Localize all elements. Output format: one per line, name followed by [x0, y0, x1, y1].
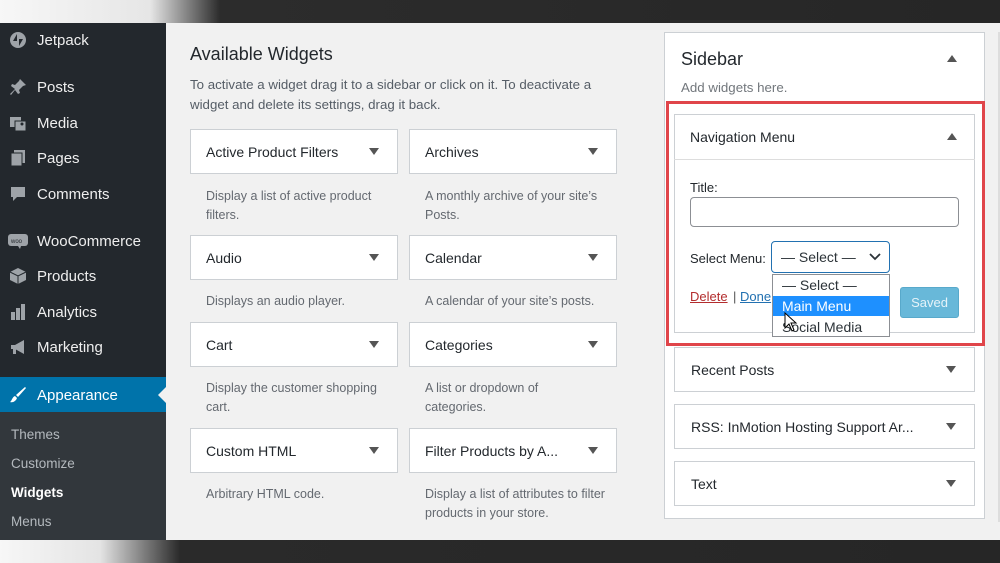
menu-label: Analytics — [37, 303, 98, 321]
menu-label: Media — [37, 114, 78, 132]
submenu-menus[interactable]: Menus — [11, 514, 52, 529]
caret-down-icon[interactable] — [369, 254, 379, 261]
bar-chart-icon — [8, 302, 28, 322]
widget-name: Audio — [206, 249, 242, 266]
bottom-frame-edge — [0, 540, 1000, 563]
pin-icon — [8, 77, 28, 97]
highlight-frame — [666, 101, 985, 346]
menu-item-products[interactable]: Products — [0, 258, 166, 294]
widget-name: Categories — [425, 336, 493, 353]
submenu-themes[interactable]: Themes — [11, 427, 60, 442]
widget-description: Display a list of active product filters… — [206, 189, 372, 222]
caret-down-icon[interactable] — [369, 148, 379, 155]
caret-down-icon[interactable] — [588, 254, 598, 261]
caret-down-icon[interactable] — [946, 423, 956, 430]
menu-label: Marketing — [37, 338, 103, 356]
menu-item-media[interactable]: Media — [0, 105, 166, 141]
megaphone-icon — [8, 337, 28, 357]
box-icon — [8, 266, 28, 286]
menu-item-pages[interactable]: Pages — [0, 140, 166, 176]
menu-label: Pages — [37, 149, 80, 167]
sidebar-hint: Add widgets here. — [681, 80, 788, 95]
widget-description: A list or dropdown of categories. — [425, 381, 539, 414]
menu-label: Comments — [37, 185, 110, 203]
widget-audio[interactable]: Audio — [190, 235, 398, 280]
media-icon — [8, 113, 28, 133]
menu-label: Appearance — [37, 386, 118, 404]
menu-label: WooCommerce — [37, 232, 141, 250]
menu-item-comments[interactable]: Comments — [0, 176, 166, 212]
caret-down-icon[interactable] — [588, 341, 598, 348]
pages-icon — [8, 148, 28, 168]
jetpack-icon — [8, 30, 28, 50]
caret-down-icon[interactable] — [588, 148, 598, 155]
caret-down-icon[interactable] — [946, 480, 956, 487]
caret-up-icon[interactable] — [947, 55, 957, 62]
widget-name: Text — [691, 475, 717, 492]
menu-item-appearance[interactable]: Appearance — [0, 377, 166, 413]
widget-custom-html[interactable]: Custom HTML — [190, 428, 398, 473]
widget-name: RSS: InMotion Hosting Support Ar... — [691, 418, 914, 435]
menu-item-posts[interactable]: Posts — [0, 69, 166, 105]
widget-description: A monthly archive of your site’s Posts. — [425, 189, 598, 222]
menu-label: Jetpack — [37, 31, 89, 49]
svg-text:woo: woo — [10, 239, 23, 245]
menu-item-analytics[interactable]: Analytics — [0, 294, 166, 330]
widget-categories[interactable]: Categories — [409, 322, 617, 367]
menu-item-woocommerce[interactable]: woo WooCommerce — [0, 223, 166, 259]
widget-description: Displays an audio player. — [206, 294, 345, 308]
comment-icon — [8, 184, 28, 204]
available-widgets-description: To activate a widget drag it to a sideba… — [190, 77, 592, 112]
menu-item-jetpack[interactable]: Jetpack — [0, 22, 166, 58]
menu-item-marketing[interactable]: Marketing — [0, 329, 166, 365]
widget-name: Filter Products by A... — [425, 442, 559, 459]
brush-icon — [8, 385, 28, 405]
widget-description: Display a list of attributes to filter p… — [425, 487, 605, 520]
menu-label: Products — [37, 267, 97, 285]
widget-cart[interactable]: Cart — [190, 322, 398, 367]
sidebar-widget-text[interactable]: Text — [674, 461, 975, 506]
top-frame-edge — [0, 0, 1000, 23]
sidebar-widget-recent-posts[interactable]: Recent Posts — [674, 347, 975, 392]
widget-name: Cart — [206, 336, 233, 353]
widget-name: Custom HTML — [206, 442, 297, 459]
widget-calendar[interactable]: Calendar — [409, 235, 617, 280]
widget-description: Display the customer shopping cart. — [206, 381, 377, 414]
widget-name: Calendar — [425, 249, 482, 266]
widget-archives[interactable]: Archives — [409, 129, 617, 174]
caret-down-icon[interactable] — [588, 447, 598, 454]
woo-icon: woo — [8, 231, 28, 251]
submenu-customize[interactable]: Customize — [11, 456, 75, 471]
widget-name: Active Product Filters — [206, 143, 339, 160]
caret-down-icon[interactable] — [369, 447, 379, 454]
widget-name: Archives — [425, 143, 479, 160]
widget-active-product-filters[interactable]: Active Product Filters — [190, 129, 398, 174]
caret-down-icon[interactable] — [946, 366, 956, 373]
widget-description: A calendar of your site’s posts. — [425, 294, 595, 308]
available-widgets-title: Available Widgets — [190, 44, 333, 64]
widget-filter-products[interactable]: Filter Products by A... — [409, 428, 617, 473]
sidebar-widget-rss[interactable]: RSS: InMotion Hosting Support Ar... — [674, 404, 975, 449]
menu-label: Posts — [37, 78, 75, 96]
widget-description: Arbitrary HTML code. — [206, 487, 325, 501]
caret-down-icon[interactable] — [369, 341, 379, 348]
widget-name: Recent Posts — [691, 361, 775, 378]
submenu-widgets[interactable]: Widgets — [11, 485, 63, 500]
sidebar-title[interactable]: Sidebar — [681, 49, 743, 70]
